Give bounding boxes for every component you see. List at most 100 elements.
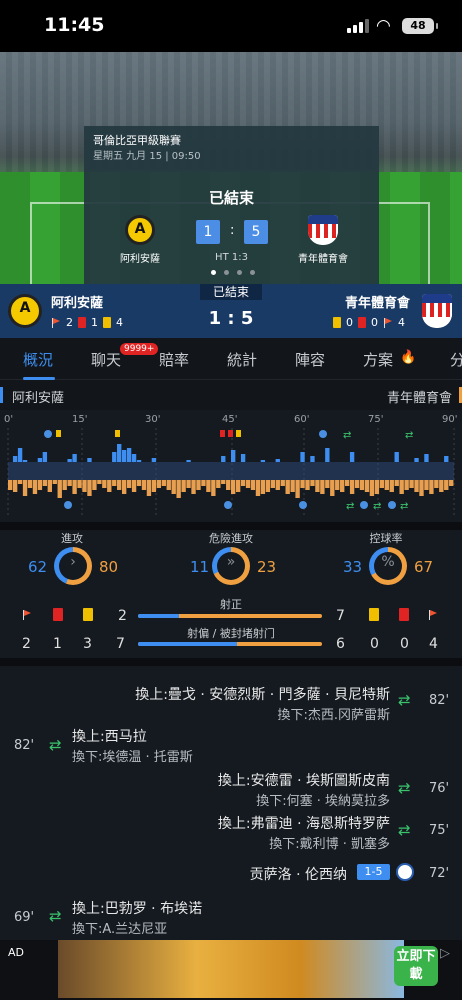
away-momentum-bar [434, 480, 439, 488]
substitution-icon: ⇄ [398, 821, 411, 839]
ad-banner[interactable]: AD 立即下載 ▷ [0, 940, 462, 1000]
sub-in: 換上:巴勃罗 · 布埃诺 [72, 901, 203, 917]
away-momentum-bar [221, 480, 226, 484]
home-momentum-bar [414, 458, 419, 462]
red-card-icon [399, 608, 409, 621]
sub-in: 換上:弗雷迪 · 海恩斯特罗萨 [217, 816, 390, 832]
status-time: 11:45 [44, 14, 105, 36]
league-name: 哥倫比亞甲級聯賽 [93, 134, 181, 147]
substitution-icon: ⇄ [49, 736, 62, 754]
match-status: 已結束 [200, 284, 262, 300]
away-momentum-bar [330, 480, 335, 496]
away-momentum-bar [404, 480, 409, 490]
home-momentum-bar [72, 454, 77, 462]
home-corners: 2 [66, 316, 73, 329]
home-team-name: 阿利安薩 [12, 391, 65, 406]
fire-icon: 🔥 [400, 350, 417, 365]
corner-flag-icon [22, 610, 32, 620]
home-red-cards: 1 [91, 316, 98, 329]
momentum-chart: ⇄ ⇄ ⇄ ⇄ ⇄ [7, 428, 455, 518]
away-momentum-bar [67, 480, 72, 486]
home-momentum-bar [444, 456, 449, 462]
tab-more[interactable]: 分 [450, 349, 462, 370]
home-momentum-bar [240, 454, 246, 462]
away-momentum-bar [196, 480, 201, 490]
away-momentum-bar [349, 480, 355, 494]
attack-label: 進攻 [61, 532, 83, 545]
carousel-dots[interactable] [211, 270, 255, 275]
corner-flag-icon [428, 610, 438, 620]
yellow-card-icon [103, 317, 111, 328]
match-timeline[interactable]: 0' 15' 30' 45' 60' 75' 90' ⇄ ⇄ ⇄ ⇄ ⇄ [0, 410, 462, 522]
list-item: 換上:巴勃罗 · 布埃诺 換下:A.兰达尼亚 [72, 898, 202, 937]
match-hero[interactable]: 哥倫比亞甲級聯賽 星期五 九月 15 | 09:50 已結束 阿利安薩 1 : … [0, 52, 462, 284]
substitution-icon: ⇄ [49, 907, 62, 925]
sub-out: 換下:A.兰达尼亚 [72, 922, 168, 937]
ad-label: AD [8, 946, 24, 959]
home-momentum-bar [22, 460, 28, 462]
tab-tips[interactable]: 方案 [363, 349, 393, 370]
away-momentum-bar [151, 480, 157, 492]
away-momentum-bar [394, 480, 399, 486]
away-momentum-bar [260, 480, 266, 494]
tab-stats[interactable]: 統計 [227, 349, 257, 370]
away-momentum-bar [280, 480, 285, 486]
download-button[interactable]: 立即下載 [394, 946, 438, 986]
event-minute: 75' [429, 823, 450, 838]
away-corners: 4 [398, 316, 405, 329]
dangerous-label: 危險進攻 [209, 532, 253, 545]
list-item: 換上:疊戈 · 安德烈斯 · 門多薩 · 貝尼特斯 換下:杰西.冈萨雷斯 [135, 684, 390, 723]
away-momentum-bar [285, 480, 290, 494]
tab-lineup[interactable]: 陣容 [295, 349, 325, 370]
ad-info-icon[interactable]: ▷ [440, 946, 450, 961]
list-item: 換上:弗雷迪 · 海恩斯特罗萨 換下:戴利博 · 凱塞多 [218, 813, 390, 852]
red-card-icon [358, 317, 366, 328]
divider [0, 522, 462, 530]
away-team-name: 青年體育會 [344, 296, 410, 311]
away-momentum-bar [126, 480, 132, 488]
shots-on-away: 7 [336, 608, 345, 624]
away-momentum-bar [112, 480, 117, 486]
away-momentum-bar [166, 480, 171, 490]
away-momentum-bar [344, 480, 350, 486]
possession-home: 33 [343, 558, 363, 576]
home-momentum-bar [112, 452, 117, 462]
away-momentum-bar [424, 480, 429, 490]
ad-image[interactable]: 立即下載 [58, 940, 438, 998]
away-momentum-bar [171, 480, 176, 494]
event-list: 換上:疊戈 · 安德烈斯 · 門多薩 · 貝尼特斯 換下:杰西.冈萨雷斯 ⇄ 8… [0, 666, 462, 944]
home-momentum-bar [126, 448, 132, 462]
away-momentum-bar [235, 480, 241, 492]
football-icon [396, 863, 414, 881]
shots-off-home: 7 [116, 636, 125, 652]
score-separator: : [230, 223, 235, 238]
away-momentum-bar [62, 480, 67, 490]
dangerous-home: 11 [190, 558, 210, 576]
home-momentum-bar [117, 444, 122, 462]
away-momentum-bar [47, 480, 52, 492]
tab-chat[interactable]: 聊天 [91, 349, 121, 370]
percent-icon: % [381, 554, 395, 570]
shots-on-bar [138, 614, 322, 618]
away-momentum-bar [444, 480, 449, 490]
svg-text:⇄: ⇄ [405, 430, 413, 441]
away-momentum-bar [27, 480, 33, 488]
away-momentum-bar [191, 480, 196, 494]
away-momentum-bar [275, 480, 280, 490]
tab-odds[interactable]: 賠率 [159, 349, 189, 370]
away-momentum-bar [429, 480, 434, 494]
away-red-cards: 0 [371, 316, 378, 329]
possession-label: 控球率 [369, 532, 403, 545]
sub-in: 換上:西马拉 [72, 729, 147, 745]
sub-in: 換上:疊戈 · 安德烈斯 · 門多薩 · 貝尼特斯 [135, 687, 390, 703]
tab-overview[interactable]: 概況 [23, 349, 53, 370]
team-row: 阿利安薩 青年體育會 [0, 380, 462, 410]
home-yellow-count: 3 [83, 636, 92, 652]
away-momentum-bar [320, 480, 325, 494]
home-momentum-bar [136, 460, 142, 462]
list-item: 換上:西马拉 換下:埃德温 · 托雷斯 [72, 726, 193, 765]
away-momentum-bar [270, 480, 275, 488]
attack-away: 80 [99, 558, 119, 576]
away-momentum-bar [32, 480, 38, 494]
away-momentum-bar [255, 480, 261, 496]
